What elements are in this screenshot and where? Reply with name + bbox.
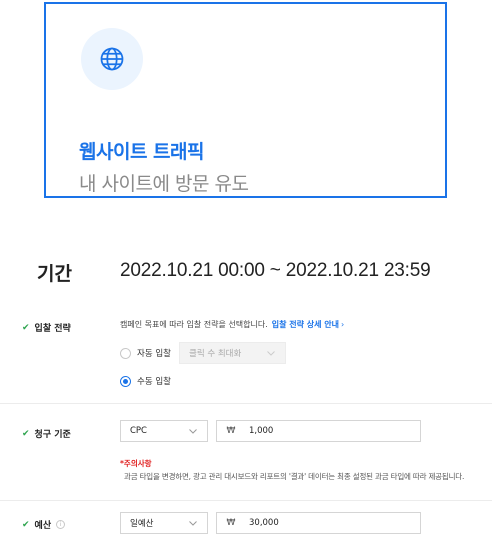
chevron-right-icon: › xyxy=(341,320,345,329)
objective-subtitle: 내 사이트에 방문 유도 xyxy=(79,173,249,195)
objective-title: 웹사이트 트래픽 xyxy=(79,141,204,163)
check-icon: ✔ xyxy=(22,428,30,439)
auto-bid-goal-select[interactable]: 클릭 수 최대화 xyxy=(179,342,286,364)
notice-title: *주의사항 xyxy=(120,459,152,468)
period-label: 기간 xyxy=(37,263,72,285)
bid-strategy-guide-link[interactable]: 입찰 전략 상세 안내 xyxy=(272,320,339,329)
notice-body: 과금 타입을 변경하면, 광고 관리 대시보드와 리포트의 '결과' 데이터는 … xyxy=(124,472,465,481)
info-icon[interactable]: i xyxy=(56,520,66,529)
chevron-down-icon xyxy=(189,521,197,526)
section-divider xyxy=(0,500,492,501)
auto-bid-option[interactable]: 자동 입찰 xyxy=(120,347,171,359)
billing-label: 청구 기준 xyxy=(34,430,71,440)
budget-type-select[interactable]: 일예산 xyxy=(120,512,208,534)
manual-bid-label: 수동 입찰 xyxy=(137,377,171,387)
chevron-down-icon xyxy=(189,429,197,434)
budget-amount-value: 30,000 xyxy=(249,518,279,528)
currency-symbol: ₩ xyxy=(226,426,236,436)
billing-amount-value: 1,000 xyxy=(249,426,274,436)
check-icon: ✔ xyxy=(22,519,30,530)
auto-bid-radio[interactable] xyxy=(120,347,131,359)
billing-type-value: CPC xyxy=(130,426,147,436)
bid-strategy-description: 캠페인 목표에 따라 입찰 전략을 선택합니다. xyxy=(120,320,268,329)
budget-amount-field[interactable]: ₩ 30,000 xyxy=(216,512,421,534)
objective-card-website-traffic[interactable]: 웹사이트 트래픽 내 사이트에 방문 유도 xyxy=(44,2,447,198)
chevron-down-icon xyxy=(267,351,275,356)
billing-label-row: ✔ 청구 기준 xyxy=(22,427,71,441)
globe-icon-badge xyxy=(81,28,143,90)
billing-amount-field[interactable]: ₩ 1,000 xyxy=(216,420,421,442)
budget-label-row: ✔ 예산 i xyxy=(22,518,66,531)
currency-symbol: ₩ xyxy=(226,518,236,528)
billing-type-select[interactable]: CPC xyxy=(120,420,208,442)
bid-strategy-label-row: ✔ 입찰 전략 xyxy=(22,321,71,335)
period-value: 2022.10.21 00:00 ~ 2022.10.21 23:59 xyxy=(120,260,431,281)
budget-type-value: 일예산 xyxy=(130,519,154,529)
auto-bid-label: 자동 입찰 xyxy=(137,349,171,359)
budget-label: 예산 xyxy=(34,521,52,531)
bid-strategy-label: 입찰 전략 xyxy=(34,324,71,334)
check-icon: ✔ xyxy=(22,322,30,333)
manual-bid-option[interactable]: 수동 입찰 xyxy=(120,375,171,387)
manual-bid-radio[interactable] xyxy=(120,375,131,387)
globe-icon xyxy=(100,47,124,71)
bid-strategy-description-row: 캠페인 목표에 따라 입찰 전략을 선택합니다. 입찰 전략 상세 안내 › xyxy=(120,319,344,330)
section-divider xyxy=(0,403,492,404)
auto-bid-goal-value: 클릭 수 최대화 xyxy=(189,349,242,359)
